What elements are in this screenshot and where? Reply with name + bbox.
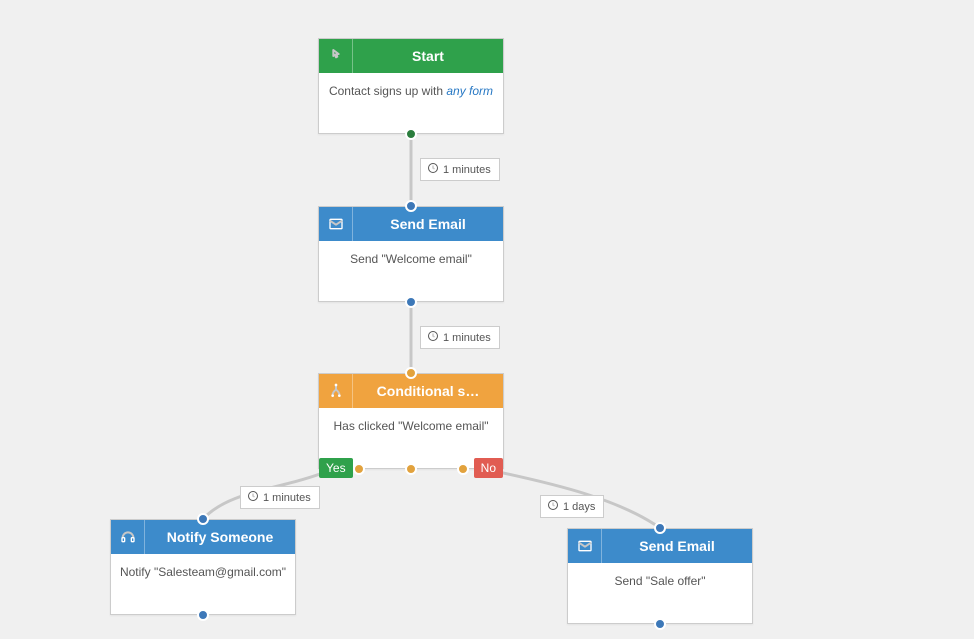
split-icon [319, 374, 353, 408]
clock-icon [247, 490, 259, 505]
port-out[interactable] [405, 296, 417, 308]
port-out-yes[interactable] [353, 463, 365, 475]
delay-badge-2[interactable]: 1 minutes [420, 326, 500, 349]
node-send-email-1-body: Send "Welcome email" [319, 241, 503, 301]
node-conditional-header: Conditional s… [319, 374, 503, 408]
port-in[interactable] [405, 200, 417, 212]
node-start-header: Start [319, 39, 503, 73]
node-send-email-2-title: Send Email [602, 538, 752, 554]
delay-badge-4[interactable]: 1 days [540, 495, 604, 518]
port-out[interactable] [197, 609, 209, 621]
delay-4-text: 1 days [563, 501, 595, 513]
node-send-email-1-title: Send Email [353, 216, 503, 232]
node-start-title: Start [353, 48, 503, 64]
port-out[interactable] [654, 618, 666, 630]
clock-icon [547, 499, 559, 514]
port-in[interactable] [197, 513, 209, 525]
node-notify-title: Notify Someone [145, 529, 295, 545]
delay-badge-3[interactable]: 1 minutes [240, 486, 320, 509]
node-start-body-text: Contact signs up with [329, 84, 446, 98]
clock-icon [427, 162, 439, 177]
headset-icon [111, 520, 145, 554]
node-notify-body: Notify "Salesteam@gmail.com" [111, 554, 295, 614]
mail-icon [568, 529, 602, 563]
node-notify-header: Notify Someone [111, 520, 295, 554]
port-out[interactable] [405, 128, 417, 140]
node-start-body: Contact signs up with any form [319, 73, 503, 133]
delay-1-text: 1 minutes [443, 164, 491, 176]
delay-badge-1[interactable]: 1 minutes [420, 158, 500, 181]
mail-icon [319, 207, 353, 241]
port-in[interactable] [405, 367, 417, 379]
node-send-email-2-body: Send "Sale offer" [568, 563, 752, 623]
node-start-body-link[interactable]: any form [446, 84, 493, 98]
node-send-email-2-header: Send Email [568, 529, 752, 563]
port-out-no[interactable] [457, 463, 469, 475]
workflow-canvas[interactable]: Start Contact signs up with any form 1 m… [0, 0, 974, 639]
node-send-email-2[interactable]: Send Email Send "Sale offer" [567, 528, 753, 624]
node-conditional-title: Conditional s… [353, 383, 503, 399]
node-send-email-1-header: Send Email [319, 207, 503, 241]
port-out-mid[interactable] [405, 463, 417, 475]
delay-2-text: 1 minutes [443, 332, 491, 344]
node-send-email-1[interactable]: Send Email Send "Welcome email" [318, 206, 504, 302]
delay-3-text: 1 minutes [263, 492, 311, 504]
port-in[interactable] [654, 522, 666, 534]
branch-no[interactable]: No [474, 458, 503, 478]
node-start[interactable]: Start Contact signs up with any form [318, 38, 504, 134]
clock-icon [427, 330, 439, 345]
node-conditional[interactable]: Conditional s… Has clicked "Welcome emai… [318, 373, 504, 469]
pointer-icon [319, 39, 353, 73]
branch-yes[interactable]: Yes [319, 458, 353, 478]
node-notify[interactable]: Notify Someone Notify "Salesteam@gmail.c… [110, 519, 296, 615]
